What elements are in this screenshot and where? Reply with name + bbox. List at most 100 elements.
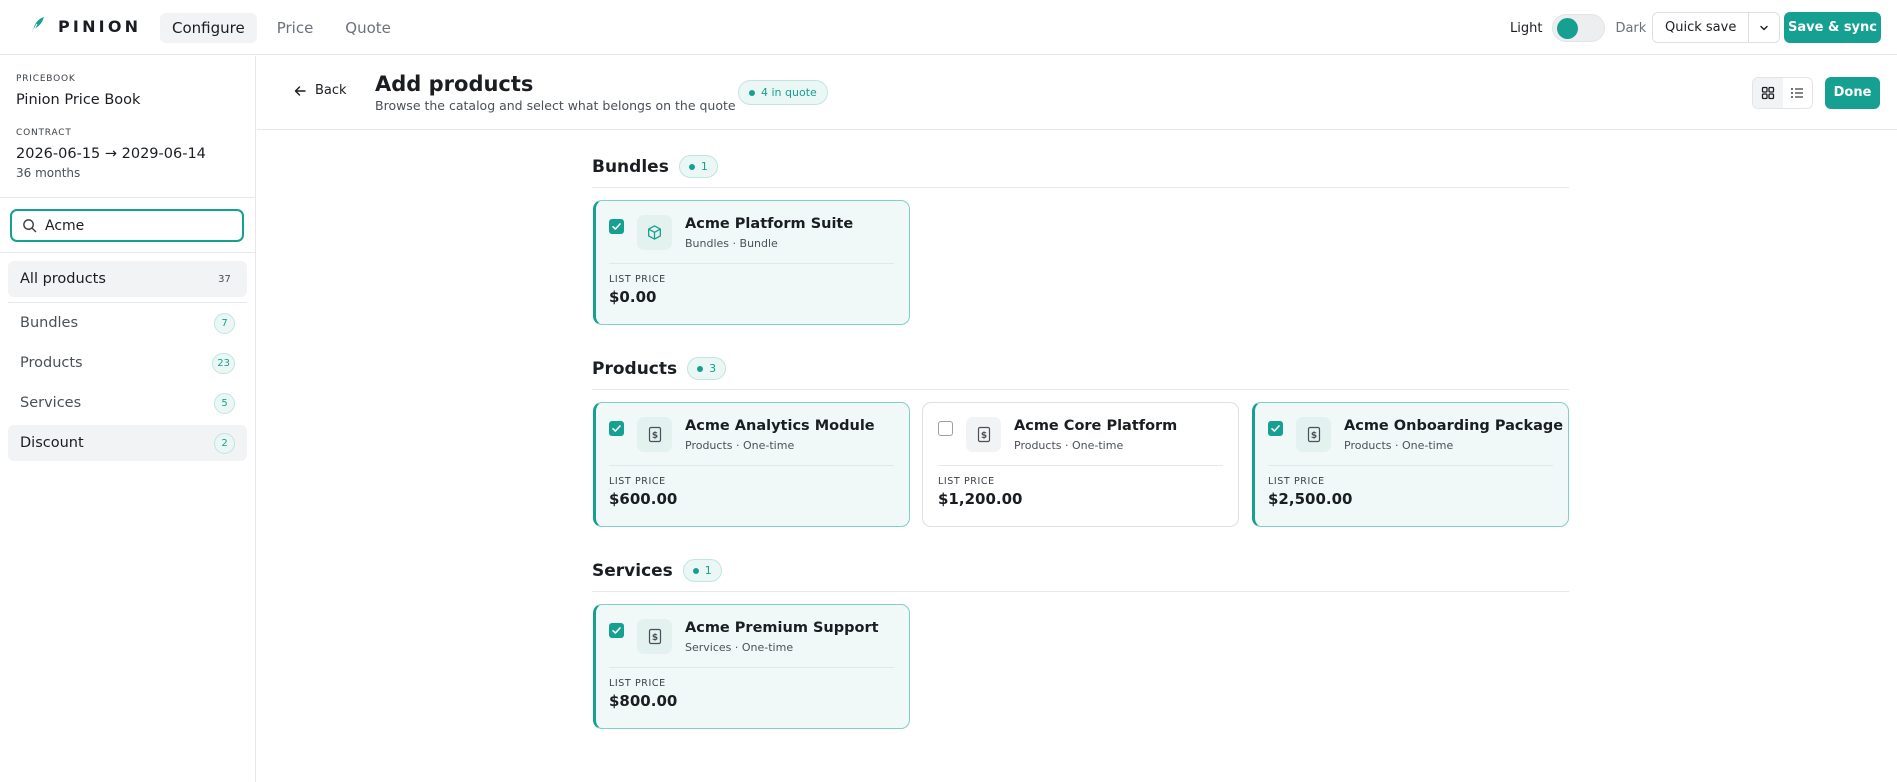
product-card-acme-onboarding-package[interactable]: $ Acme Onboarding Package Products · One…	[1252, 402, 1569, 527]
sidebar-divider	[0, 252, 255, 253]
search-input[interactable]	[45, 217, 225, 234]
category-count: 5	[214, 392, 235, 414]
select-checkbox[interactable]	[609, 421, 624, 436]
product-icon-box: $	[1296, 417, 1331, 452]
section-count-badge: 3	[687, 357, 727, 380]
category-label: All products	[20, 271, 106, 287]
main-nav: Configure Price Quote	[160, 13, 403, 43]
tab-configure[interactable]: Configure	[160, 13, 257, 43]
brand-logo[interactable]: PINION	[28, 15, 141, 37]
theme-toggle[interactable]	[1552, 14, 1606, 42]
category-count: 37	[218, 273, 231, 285]
sidebar-divider	[0, 197, 255, 198]
sidebar: PRICEBOOK Pinion Price Book CONTRACT 202…	[0, 56, 256, 782]
card-divider	[1268, 465, 1553, 466]
section-header-bundles: Bundles 1	[592, 155, 718, 178]
grid-view-button[interactable]	[1753, 78, 1783, 108]
category-label: Services	[20, 395, 82, 411]
dollar-doc-icon: $	[648, 628, 661, 645]
section-header-services: Services 1	[592, 559, 722, 582]
tab-quote[interactable]: Quote	[333, 13, 403, 43]
dollar-doc-icon: $	[648, 426, 661, 443]
svg-text:$: $	[980, 431, 986, 441]
product-icon-box: $	[966, 417, 1001, 452]
box-icon	[648, 225, 661, 240]
quick-save-button[interactable]: Quick save	[1653, 13, 1749, 42]
category-discount[interactable]: Discount 2	[8, 425, 247, 461]
quick-save-group: Quick save	[1652, 12, 1781, 43]
save-sync-button[interactable]: Save & sync	[1784, 12, 1881, 43]
product-card-acme-premium-support[interactable]: $ Acme Premium Support Services · One-ti…	[593, 604, 910, 729]
product-card-acme-core-platform[interactable]: $ Acme Core Platform Products · One-time…	[922, 402, 1239, 527]
theme-switcher: Light Dark	[1510, 14, 1646, 42]
product-icon-box	[637, 215, 672, 250]
select-checkbox[interactable]	[938, 421, 953, 436]
check-icon	[612, 627, 621, 634]
section-count-badge: 1	[678, 155, 718, 178]
product-name: Acme Onboarding Package	[1344, 418, 1564, 434]
page-subtitle: Browse the catalog and select what belon…	[375, 98, 736, 113]
toggle-knob	[1557, 18, 1579, 39]
section-count: 1	[700, 160, 708, 173]
list-price-label: LIST PRICE	[609, 476, 666, 487]
list-price-value: $0.00	[609, 288, 657, 306]
product-card-acme-platform-suite[interactable]: Acme Platform Suite Bundles · Bundle LIS…	[593, 200, 910, 325]
category-services[interactable]: Services 5	[8, 385, 247, 421]
quick-save-menu-button[interactable]	[1748, 13, 1780, 42]
pricebook-value: Pinion Price Book	[16, 92, 141, 108]
section-title: Bundles	[592, 156, 669, 177]
section-header-products: Products 3	[592, 357, 727, 380]
product-name: Acme Core Platform	[1014, 418, 1178, 434]
section-divider	[592, 591, 1569, 592]
section-title: Services	[592, 560, 673, 581]
svg-text:$: $	[651, 633, 657, 643]
done-button[interactable]: Done	[1825, 77, 1880, 109]
section-divider	[592, 187, 1569, 188]
category-label: Bundles	[20, 315, 79, 331]
status-dot	[749, 89, 755, 96]
category-divider	[8, 302, 247, 303]
content-header: Back Add products Browse the catalog and…	[257, 56, 1897, 130]
category-count: 7	[214, 312, 235, 334]
product-card-acme-analytics-module[interactable]: $ Acme Analytics Module Products · One-t…	[593, 402, 910, 527]
select-checkbox[interactable]	[609, 623, 624, 638]
feather-logo-icon	[30, 17, 44, 36]
select-checkbox[interactable]	[609, 219, 624, 234]
select-checkbox[interactable]	[1268, 421, 1283, 436]
list-price-value: $1,200.00	[938, 490, 1023, 508]
back-label: Back	[315, 83, 347, 98]
tab-price[interactable]: Price	[265, 13, 326, 43]
search-icon	[23, 219, 37, 233]
svg-text:$: $	[1310, 431, 1316, 441]
status-dot	[697, 365, 704, 372]
category-count: 23	[212, 352, 235, 374]
list-view-button[interactable]	[1783, 78, 1813, 108]
product-icon-box: $	[637, 619, 672, 654]
category-bundles[interactable]: Bundles 7	[8, 305, 247, 341]
svg-text:$: $	[651, 431, 657, 441]
section-count-badge: 1	[682, 559, 722, 582]
check-icon	[612, 425, 621, 432]
category-products[interactable]: Products 23	[8, 345, 247, 381]
category-label: Products	[20, 355, 83, 371]
section-title: Products	[592, 358, 678, 379]
top-bar: PINION Configure Price Quote Light Dark …	[0, 0, 1897, 55]
dollar-doc-icon: $	[1307, 426, 1320, 443]
quote-count-badge: 4 in quote	[738, 80, 828, 105]
status-dot	[692, 567, 699, 574]
card-divider	[609, 263, 894, 264]
back-button[interactable]: Back	[293, 83, 347, 98]
view-switcher	[1752, 77, 1813, 109]
list-price-value: $800.00	[609, 692, 678, 710]
product-name: Acme Platform Suite	[685, 216, 854, 232]
product-meta: Products · One-time	[1014, 439, 1124, 452]
dollar-doc-icon: $	[977, 426, 990, 443]
contract-term: 36 months	[16, 166, 81, 180]
product-meta: Products · One-time	[685, 439, 795, 452]
chevron-down-icon	[1760, 25, 1769, 30]
check-icon	[612, 223, 621, 230]
product-search[interactable]	[10, 209, 244, 242]
category-count: 2	[214, 432, 235, 454]
category-all-products[interactable]: All products 37	[8, 261, 247, 297]
grid-icon	[1761, 86, 1774, 100]
